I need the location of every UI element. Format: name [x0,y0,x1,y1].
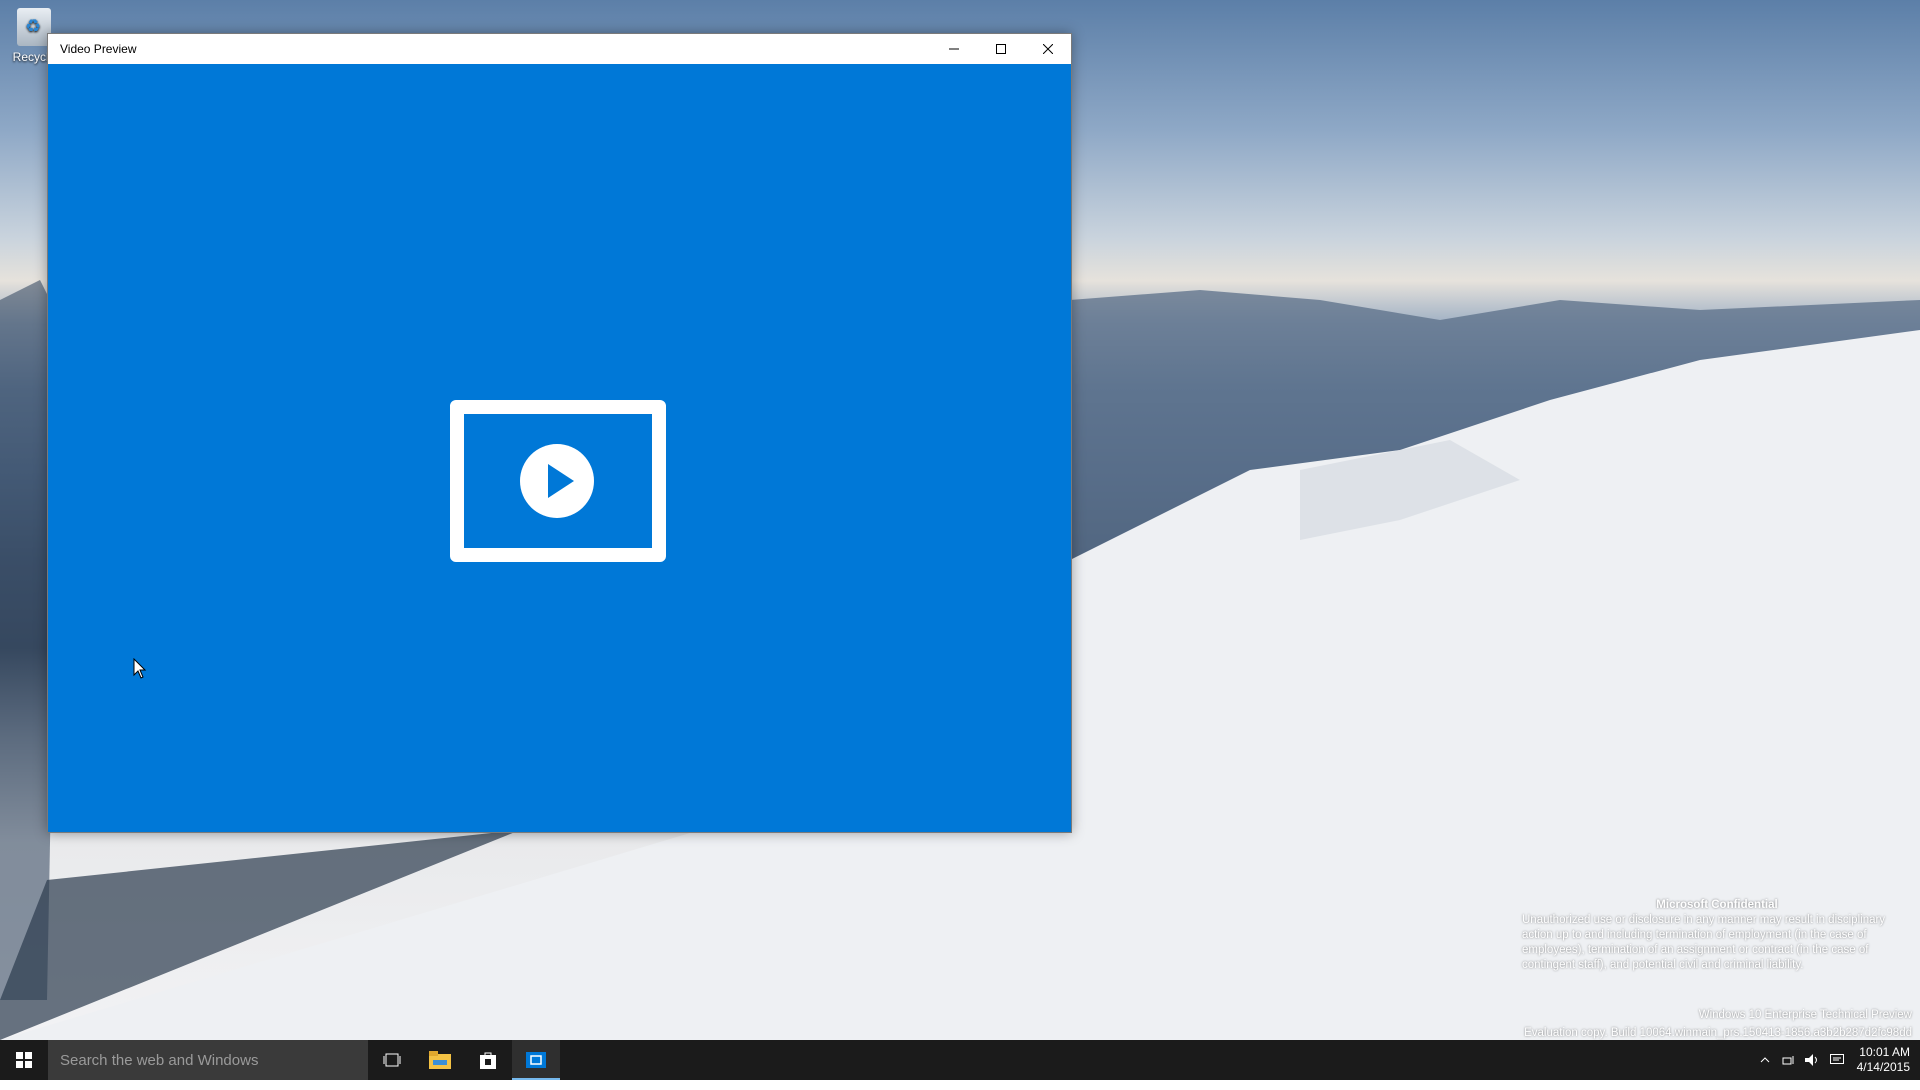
clock[interactable]: 10:01 AM 4/14/2015 [1849,1045,1920,1075]
window-titlebar[interactable]: Video Preview [48,34,1071,64]
confidential-text: Unauthorized use or disclosure in any ma… [1522,914,1886,971]
minimize-icon [948,48,959,50]
play-button-icon [520,444,594,518]
window-title: Video Preview [60,42,137,56]
network-icon [1782,1056,1794,1065]
store-button[interactable] [464,1040,512,1080]
network-button[interactable] [1777,1040,1801,1080]
video-play-icon[interactable] [450,400,666,562]
windows-start-icon [16,1052,32,1068]
taskbar: Search the web and Windows 10:01 AM 4/14… [0,1040,1920,1080]
minimize-button[interactable] [930,34,977,64]
maximize-button[interactable] [977,34,1024,64]
chevron-up-icon [1760,1057,1769,1063]
task-view-icon [383,1053,401,1067]
system-tray: 10:01 AM 4/14/2015 [1753,1040,1920,1080]
video-preview-content[interactable] [48,64,1071,832]
volume-button[interactable] [1801,1040,1825,1080]
show-hidden-icons-button[interactable] [1753,1040,1777,1080]
confidential-notice: Microsoft Confidential Unauthorized use … [1522,898,1912,973]
clock-date: 4/14/2015 [1856,1060,1910,1074]
search-box[interactable]: Search the web and Windows [48,1040,368,1080]
file-explorer-icon [429,1051,451,1069]
speaker-icon [1804,1054,1817,1066]
action-center-button[interactable] [1825,1040,1849,1080]
close-button[interactable] [1024,34,1071,64]
mouse-cursor-icon [133,658,147,679]
video-preview-taskbar-button[interactable] [512,1040,560,1080]
video-preview-app-icon [526,1052,546,1068]
clock-time: 10:01 AM [1859,1045,1910,1059]
close-icon [1042,44,1053,54]
task-view-button[interactable] [368,1040,416,1080]
store-icon [480,1052,496,1069]
build-watermark: Windows 10 Enterprise Technical Preview … [1524,1006,1912,1042]
file-explorer-button[interactable] [416,1040,464,1080]
recycle-bin-icon [17,8,51,46]
video-preview-window[interactable]: Video Preview [47,33,1072,833]
start-button[interactable] [0,1040,48,1080]
maximize-icon [995,44,1006,54]
notification-icon [1829,1054,1844,1064]
search-placeholder: Search the web and Windows [60,1051,259,1069]
confidential-title: Microsoft Confidential [1656,899,1778,911]
edition-text: Windows 10 Enterprise Technical Preview [1698,1009,1912,1021]
